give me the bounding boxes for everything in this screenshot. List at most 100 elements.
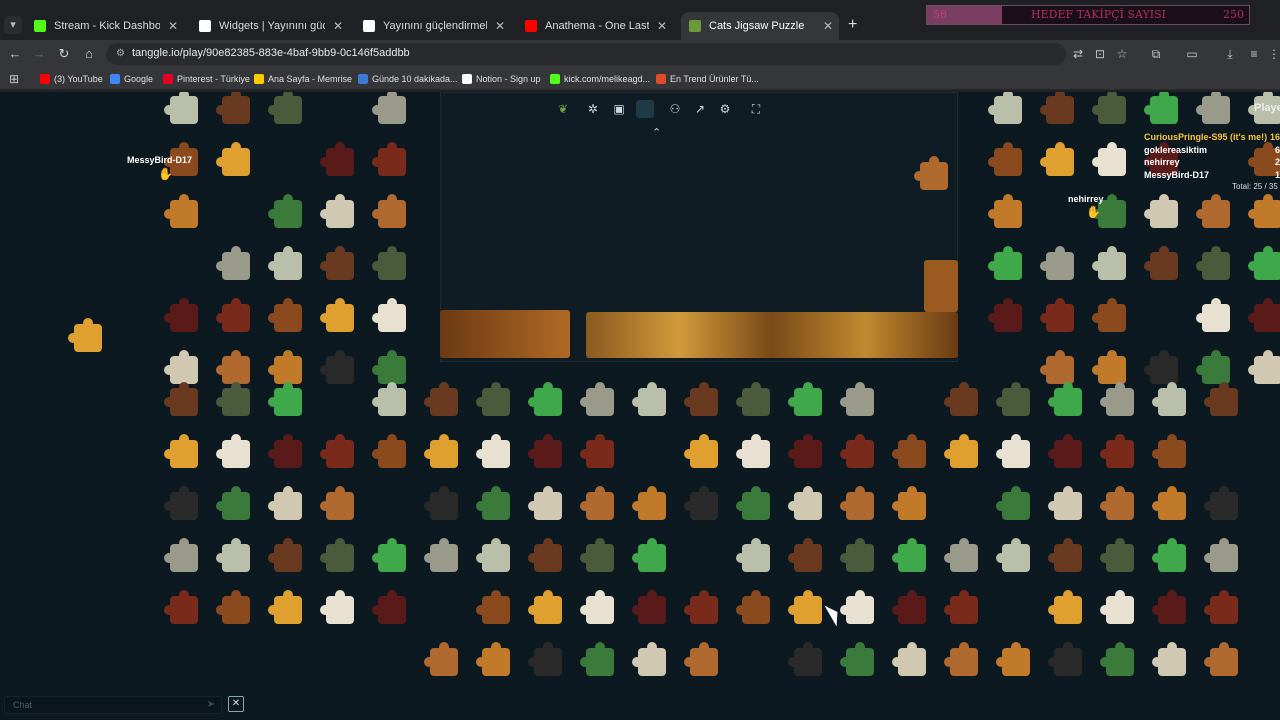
puzzle-piece[interactable]: [840, 538, 874, 572]
puzzle-piece[interactable]: [1204, 590, 1238, 624]
puzzle-piece[interactable]: [988, 246, 1022, 280]
puzzle-piece[interactable]: [580, 590, 614, 624]
puzzle-piece[interactable]: [1196, 194, 1230, 228]
bookmark-item[interactable]: Pinterest - Türkiye: [163, 72, 250, 86]
puzzle-piece[interactable]: [476, 642, 510, 676]
puzzle-piece[interactable]: [164, 486, 198, 520]
puzzle-piece[interactable]: [216, 350, 250, 384]
puzzle-piece[interactable]: [580, 486, 614, 520]
puzzle-piece[interactable]: [528, 538, 562, 572]
puzzle-piece[interactable]: [320, 350, 354, 384]
puzzle-piece[interactable]: [372, 350, 406, 384]
puzzle-piece[interactable]: [684, 642, 718, 676]
puzzle-piece[interactable]: [1152, 434, 1186, 468]
puzzle-piece[interactable]: [528, 486, 562, 520]
puzzle-piece[interactable]: [320, 246, 354, 280]
puzzle-piece[interactable]: [1248, 246, 1280, 280]
close-tab-icon[interactable]: ✕: [823, 12, 833, 40]
puzzle-piece[interactable]: [736, 538, 770, 572]
bookmark-item[interactable]: Google: [110, 72, 153, 86]
puzzle-piece[interactable]: [840, 486, 874, 520]
puzzle-piece[interactable]: [320, 142, 354, 176]
translate-icon[interactable]: ⇄: [1070, 46, 1086, 62]
assembled-piece-group[interactable]: [586, 312, 958, 358]
puzzle-piece[interactable]: [268, 486, 302, 520]
close-chat-icon[interactable]: ✕: [228, 696, 244, 712]
image-preview-icon[interactable]: ▣: [610, 100, 628, 118]
puzzle-piece-icon[interactable]: ✲: [584, 100, 602, 118]
puzzle-piece[interactable]: [268, 92, 302, 124]
puzzle-piece[interactable]: [632, 642, 666, 676]
bookmark-star-icon[interactable]: ☆: [1114, 46, 1130, 62]
profile-icon[interactable]: ≡: [1246, 46, 1262, 62]
browser-tab[interactable]: Yayınını güçlendirmek için ✕: [355, 12, 511, 40]
bookmark-item[interactable]: En Trend Ürünler Tü...: [656, 72, 759, 86]
puzzle-piece[interactable]: [892, 590, 926, 624]
puzzle-piece[interactable]: [988, 194, 1022, 228]
puzzle-piece[interactable]: [580, 538, 614, 572]
site-info-icon[interactable]: ⚙: [116, 48, 128, 60]
puzzle-piece[interactable]: [788, 642, 822, 676]
puzzle-piece[interactable]: [1100, 590, 1134, 624]
bookmark-item[interactable]: Notion - Sign up: [462, 72, 541, 86]
puzzle-piece[interactable]: [1100, 642, 1134, 676]
fullscreen-icon[interactable]: ⛶: [747, 100, 765, 118]
puzzle-piece[interactable]: [320, 590, 354, 624]
puzzle-piece[interactable]: [528, 590, 562, 624]
puzzle-piece[interactable]: [580, 382, 614, 416]
puzzle-piece[interactable]: [684, 434, 718, 468]
puzzle-piece[interactable]: [164, 350, 198, 384]
puzzle-piece[interactable]: [268, 434, 302, 468]
puzzle-piece[interactable]: [840, 382, 874, 416]
puzzle-piece[interactable]: [1204, 486, 1238, 520]
home-icon[interactable]: ⌂: [80, 45, 98, 63]
puzzle-piece[interactable]: [1092, 298, 1126, 332]
puzzle-piece[interactable]: [372, 590, 406, 624]
puzzle-piece[interactable]: [1100, 382, 1134, 416]
bookmark-item[interactable]: Günde 10 dakikada...: [358, 72, 458, 86]
puzzle-piece[interactable]: [996, 382, 1030, 416]
puzzle-piece[interactable]: [632, 538, 666, 572]
puzzle-piece[interactable]: [632, 486, 666, 520]
puzzle-piece[interactable]: [1144, 246, 1178, 280]
puzzle-piece[interactable]: [424, 538, 458, 572]
puzzle-piece[interactable]: [632, 382, 666, 416]
puzzle-piece[interactable]: [788, 382, 822, 416]
settings-icon[interactable]: ⚙: [716, 100, 734, 118]
puzzle-piece[interactable]: [164, 382, 198, 416]
puzzle-piece[interactable]: [424, 486, 458, 520]
puzzle-piece[interactable]: [320, 538, 354, 572]
apps-grid-icon[interactable]: ⊞: [6, 71, 22, 87]
puzzle-piece[interactable]: [372, 194, 406, 228]
puzzle-piece[interactable]: [216, 434, 250, 468]
puzzle-piece[interactable]: [1152, 382, 1186, 416]
assembled-piece[interactable]: [924, 260, 958, 312]
puzzle-play-area[interactable]: ❦ ✲ ▣ ⚇ ↗ ⚙ ⛶ ⌃ Playe CuriousPringle-S95…: [0, 92, 1280, 720]
puzzle-piece[interactable]: [892, 642, 926, 676]
puzzle-piece[interactable]: [1196, 246, 1230, 280]
puzzle-piece[interactable]: [164, 538, 198, 572]
puzzle-piece[interactable]: [528, 382, 562, 416]
puzzle-piece[interactable]: [788, 486, 822, 520]
browser-tab[interactable]: Anathema - One Last Goodbye ✕: [517, 12, 673, 40]
puzzle-piece[interactable]: [788, 434, 822, 468]
puzzle-piece[interactable]: [736, 590, 770, 624]
close-tab-icon[interactable]: ✕: [333, 12, 343, 40]
tanggle-logo-icon[interactable]: ❦: [554, 100, 572, 118]
url-text[interactable]: tanggle.io/play/90e82385-883e-4baf-9bb9-…: [132, 47, 410, 59]
puzzle-piece[interactable]: [216, 298, 250, 332]
puzzle-piece[interactable]: [268, 538, 302, 572]
bookmark-item[interactable]: Ana Sayfa - Memrise: [254, 72, 352, 86]
address-bar[interactable]: ⚙ tanggle.io/play/90e82385-883e-4baf-9bb…: [106, 43, 1066, 65]
puzzle-piece[interactable]: [1152, 590, 1186, 624]
puzzle-piece[interactable]: [580, 642, 614, 676]
puzzle-piece[interactable]: [164, 434, 198, 468]
puzzle-piece[interactable]: [944, 642, 978, 676]
puzzle-piece[interactable]: [1048, 538, 1082, 572]
puzzle-piece[interactable]: [268, 298, 302, 332]
puzzle-piece[interactable]: [944, 434, 978, 468]
forward-icon[interactable]: →: [30, 45, 48, 63]
puzzle-piece[interactable]: [476, 486, 510, 520]
sidebar-icon[interactable]: ▭: [1184, 46, 1200, 62]
puzzle-piece[interactable]: [268, 194, 302, 228]
